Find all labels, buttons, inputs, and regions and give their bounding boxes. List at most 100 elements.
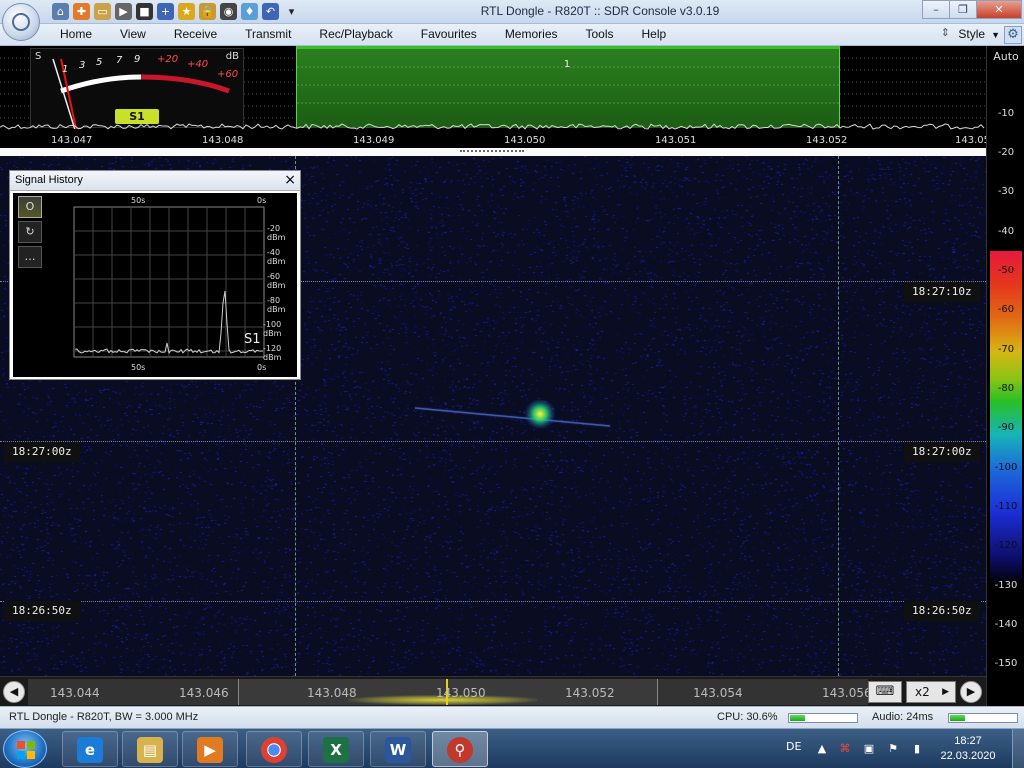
splitter-grip [460,150,524,153]
s-tick-plus20: +20 [157,54,179,65]
db-label: -140 [994,619,1018,630]
title-bar: ⌂ ✚ ▭ ▶ ■ + ★ 🔒 ◉ ♦ ↶ ▾ RTL Dongle - R82… [0,0,1024,24]
zoom-select[interactable]: x2 ▶ [906,681,956,703]
maximize-button[interactable]: ❐ [949,0,977,19]
s-tick-plus40: +40 [187,59,209,70]
action-center-flag-icon[interactable]: ⚑ [886,742,900,756]
style-label: Style [958,27,986,41]
minimize-button[interactable]: – [922,0,950,19]
camera-icon[interactable]: ◉ [220,3,237,20]
chrome-icon [261,737,287,763]
network-icon[interactable]: ▮ [910,742,924,756]
clock[interactable]: 18:27 22.03.2020 [938,734,998,764]
lock-icon[interactable]: 🔒 [199,3,216,20]
stop-icon[interactable]: ■ [136,3,153,20]
application-menu-button[interactable] [2,3,40,41]
taskbar-file-explorer[interactable]: ▤ [122,731,178,767]
db-label: -150 [994,658,1018,669]
menu-rec-playback[interactable]: Rec/Playback [305,27,406,41]
add-icon[interactable]: + [157,3,174,20]
acrobat-tray-icon[interactable]: ⌘ [838,742,852,756]
drop-icon[interactable]: ♦ [241,3,258,20]
app-logo-icon [12,13,30,31]
status-bar: RTL Dongle - R820T, BW = 3.000 MHz CPU: … [0,706,1024,728]
taskbar-sdr-console[interactable]: ⚲ [432,731,488,767]
lifebuoy-icon[interactable]: ✚ [73,3,90,20]
range-freq-label: 143.044 [50,686,100,700]
timestamp-right: 18:27:00z [904,442,980,462]
device-tray-icon[interactable]: ▣ [862,742,876,756]
range-freq-label: 143.054 [693,686,743,700]
close-button[interactable]: ✕ [976,0,1022,19]
spectrum-freq-label: 143.047 [51,135,93,146]
db-label: -130 [994,580,1018,591]
filter-edge-right[interactable] [838,156,839,676]
history-y-label: -40 dBm [267,248,286,266]
undo-icon[interactable]: ↶ [262,3,279,20]
menu-favourites[interactable]: Favourites [407,27,491,41]
auto-scale-button[interactable]: Auto [987,50,1024,63]
db-label: -120 [994,540,1018,551]
spectrum-freq-label: 143.050 [504,135,546,146]
cpu-status: CPU: 30.6% [717,711,778,723]
range-freq-label: 143.056 [822,686,872,700]
db-label: -50 [997,265,1015,276]
taskbar-chrome[interactable] [246,731,302,767]
customize-toolbar-icon[interactable]: ▾ [283,3,300,20]
spectrum-waterfall-splitter[interactable] [0,148,986,156]
close-icon[interactable]: × [284,172,296,188]
excel-icon: X [323,737,349,763]
history-y-label: -60 dBm [267,272,286,290]
spectrum-freq-label: 143.048 [202,135,244,146]
audio-status: Audio: 24ms [872,711,934,723]
menu-home[interactable]: Home [46,27,106,41]
timestamp-left: 18:27:00z [4,442,80,462]
taskbar-word[interactable]: W [370,731,426,767]
menu-memories[interactable]: Memories [491,27,572,41]
menu-receive[interactable]: Receive [160,27,231,41]
menu-help[interactable]: Help [628,27,681,41]
show-desktop-button[interactable] [1012,729,1024,768]
audio-meter [948,713,1018,723]
tray-expand-icon[interactable]: ▲ [815,742,829,756]
start-button[interactable] [3,730,47,768]
menu-tools[interactable]: Tools [572,27,628,41]
gear-icon[interactable]: ⚙ [1004,26,1022,44]
filter-passband[interactable]: 1 [296,46,840,128]
spectrum-freq-label: 143.052 [806,135,848,146]
s-tick-5: 5 [96,57,103,68]
windows-logo-icon [17,741,35,759]
taskbar-media-player[interactable]: ▶ [182,731,238,767]
style-menu[interactable]: Style ▼ [958,27,1000,41]
star-icon[interactable]: ★ [178,3,195,20]
folder-icon[interactable]: ▭ [94,3,111,20]
home-icon[interactable]: ⌂ [52,3,69,20]
signal-history-header[interactable]: Signal History × [10,171,300,191]
spectrum-trace-line [0,123,985,130]
taskbar-excel[interactable]: X [308,731,364,767]
s-tick-9: 9 [134,54,141,65]
scroll-left-button[interactable]: ◀ [3,681,25,703]
history-x-bottom-left: 50s [131,363,146,372]
input-language[interactable]: DE [786,740,801,753]
signal-history-panel[interactable]: Signal History × O ↻ … 50s 0s 50s 0s -20… [9,170,301,380]
s-tick-1: 1 [62,64,69,75]
timestamp-right: 18:27:10z [904,282,980,302]
db-label: -80 [997,383,1015,394]
history-y-label: -100 dBm [263,320,282,338]
menu-transmit[interactable]: Transmit [231,27,305,41]
menu-bar: Home View Receive Transmit Rec/Playback … [0,24,1024,46]
device-status: RTL Dongle - R820T, BW = 3.000 MHz [9,711,199,723]
menu-view[interactable]: View [106,27,160,41]
taskbar-ie[interactable]: e [62,731,118,767]
scroll-right-button[interactable]: ▶ [960,681,982,703]
db-scale[interactable]: Auto -10 -20 -30 -40 -50 -60 -70 -80 -90… [986,46,1024,706]
keyboard-icon[interactable]: ⌨ [868,681,902,703]
history-y-label: -80 dBm [267,296,286,314]
db-label: -60 [997,304,1015,315]
play-icon[interactable]: ▶ [115,3,132,20]
collapse-ribbon-icon[interactable]: ⇕ [941,26,950,39]
history-y-label: -120 dBm [263,344,282,362]
spectrum-freq-label: 143.051 [655,135,697,146]
time-gridline [0,441,986,442]
